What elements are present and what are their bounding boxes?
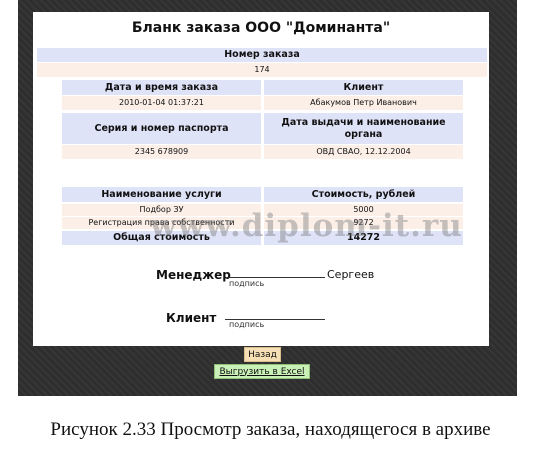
client-signature-hint: подпись [229,320,265,329]
issue-header: Дата выдачи и наименование органа [264,113,463,144]
export-excel-button[interactable]: Выгрузить в Excel [214,364,310,379]
passport-value: 2345 678909 [62,145,261,159]
manager-signature-line [227,277,325,278]
order-number-value: 174 [37,63,487,77]
datetime-header: Дата и время заказа [62,80,261,95]
client-signature-label: Клиент [166,311,217,325]
issue-value: ОВД СВАО, 12.12.2004 [264,145,463,159]
manager-label: Менеджер [156,268,231,282]
order-number-header: Номер заказа [37,48,487,62]
figure-caption: Рисунок 2.33 Просмотр заказа, находящего… [50,419,491,440]
passport-header: Серия и номер паспорта [62,113,261,144]
manager-name: Сергеев [327,268,375,281]
cost-header: Стоимость, рублей [264,187,463,202]
order-form: Бланк заказа ООО "Доминанта" Номер заказ… [33,12,489,346]
client-value: Абакумов Петр Иванович [264,96,463,110]
manager-signature-hint: подпись [229,279,265,288]
client-header: Клиент [264,80,463,95]
datetime-value: 2010-01-04 01:37:21 [62,96,261,110]
back-button[interactable]: Назад [244,347,281,362]
form-title: Бланк заказа ООО "Доминанта" [131,20,391,36]
service-header: Наименование услуги [62,187,261,202]
watermark: www.diplom-it.ru [150,208,463,244]
